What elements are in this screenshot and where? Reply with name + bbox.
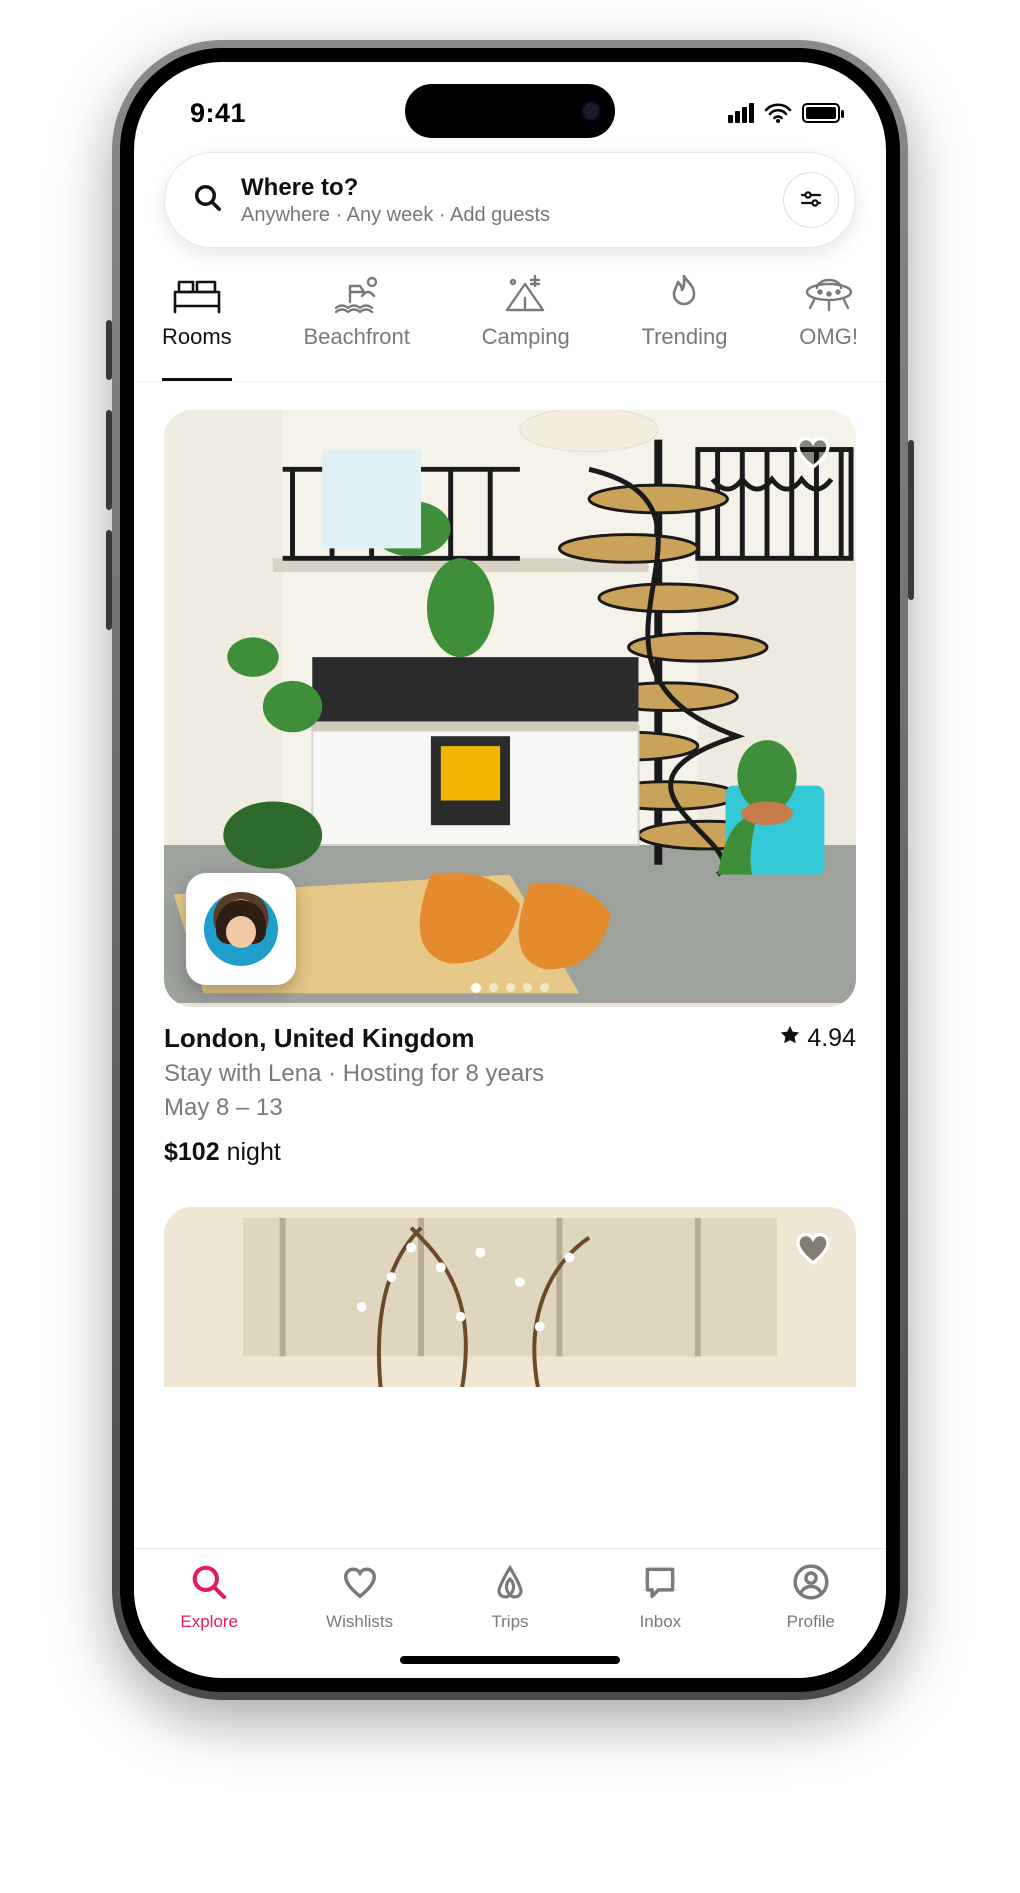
listing-rating: 4.94: [779, 1024, 856, 1053]
nav-label: Wishlists: [326, 1612, 393, 1632]
room-scene-illustration: [164, 1207, 856, 1387]
category-beachfront[interactable]: Beachfront: [303, 272, 409, 381]
category-trending[interactable]: Trending: [641, 272, 727, 381]
ufo-icon: [802, 272, 856, 314]
host-avatar: [204, 892, 278, 966]
side-button: [106, 530, 112, 630]
side-button: [106, 410, 112, 510]
side-button: [908, 440, 914, 600]
phone-frame: 9:41 Where to? Anywhere · Any week · Add…: [112, 40, 908, 1700]
heart-icon: [341, 1563, 379, 1606]
nav-explore[interactable]: Explore: [134, 1563, 284, 1632]
search-bar[interactable]: Where to? Anywhere · Any week · Add gues…: [164, 152, 856, 248]
category-rooms[interactable]: Rooms: [162, 272, 232, 381]
nav-trips[interactable]: Trips: [435, 1563, 585, 1632]
listing-location: London, United Kingdom: [164, 1023, 475, 1054]
chat-icon: [641, 1563, 679, 1606]
search-subtitle: Anywhere · Any week · Add guests: [241, 204, 765, 227]
category-omg[interactable]: OMG!: [799, 272, 858, 381]
nav-label: Inbox: [640, 1612, 682, 1632]
nav-label: Profile: [787, 1612, 835, 1632]
category-label: Camping: [482, 324, 570, 350]
person-icon: [792, 1563, 830, 1606]
category-tabs: Rooms Beachfront Camping Trending: [134, 248, 886, 382]
bed-icon: [171, 272, 223, 314]
listing-price: $102 night: [164, 1138, 856, 1167]
nav-label: Explore: [180, 1612, 238, 1632]
nav-profile[interactable]: Profile: [736, 1563, 886, 1632]
battery-icon: [802, 103, 840, 123]
category-label: Beachfront: [303, 324, 409, 350]
listing-card-peek[interactable]: [164, 1207, 856, 1387]
listing-dates: May 8 – 13: [164, 1094, 856, 1122]
home-indicator: [400, 1656, 620, 1664]
beach-icon: [332, 272, 382, 314]
nav-inbox[interactable]: Inbox: [585, 1563, 735, 1632]
sliders-icon: [799, 187, 823, 214]
listing-host-line: Stay with Lena · Hosting for 8 years: [164, 1060, 856, 1088]
camp-icon: [501, 272, 551, 314]
flame-icon: [664, 272, 704, 314]
listing-photo[interactable]: [164, 410, 856, 1007]
filters-button[interactable]: [783, 172, 839, 228]
airbnb-logo-icon: [491, 1563, 529, 1606]
category-label: Trending: [641, 324, 727, 350]
wifi-icon: [764, 102, 792, 124]
star-icon: [779, 1024, 801, 1053]
side-button: [106, 320, 112, 380]
category-label: Rooms: [162, 324, 232, 350]
photo-pager-dots: [471, 983, 549, 993]
status-time: 9:41: [190, 98, 246, 129]
category-camping[interactable]: Camping: [482, 272, 570, 381]
listing-card[interactable]: London, United Kingdom 4.94 Stay with Le…: [164, 410, 856, 1167]
wishlist-heart-button[interactable]: [790, 1227, 836, 1273]
wishlist-heart-button[interactable]: [790, 430, 836, 476]
category-label: OMG!: [799, 324, 858, 350]
search-icon: [193, 183, 223, 218]
search-title: Where to?: [241, 174, 765, 202]
listings-scroll[interactable]: London, United Kingdom 4.94 Stay with Le…: [134, 382, 886, 1548]
nav-wishlists[interactable]: Wishlists: [284, 1563, 434, 1632]
cellular-icon: [728, 103, 754, 123]
heart-icon: [793, 432, 833, 475]
search-icon: [190, 1563, 228, 1606]
nav-label: Trips: [491, 1612, 528, 1632]
heart-icon: [793, 1228, 833, 1271]
dynamic-island: [405, 84, 615, 138]
host-avatar-chip[interactable]: [186, 873, 296, 985]
